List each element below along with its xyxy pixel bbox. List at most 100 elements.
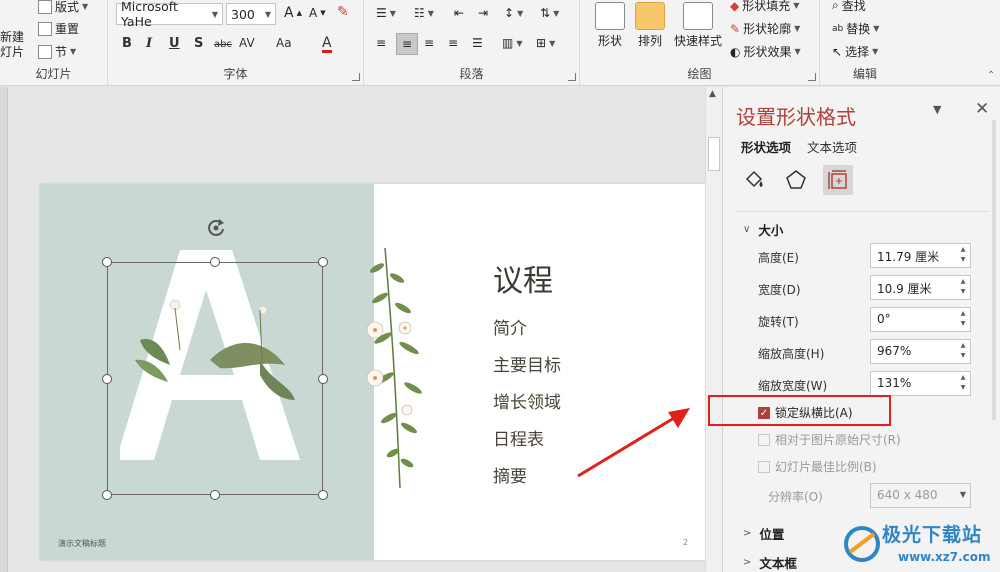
bullets-icon[interactable]: ☰ ▼ (376, 6, 396, 20)
resize-handle[interactable] (210, 490, 220, 500)
underline-button[interactable]: U (169, 36, 180, 51)
reset-button[interactable]: 重置 (38, 20, 79, 37)
spinner-icon[interactable]: ▲ ▼ (958, 341, 968, 361)
font-size-combo[interactable]: 300 ▼ (226, 3, 276, 25)
increase-indent-icon[interactable]: ⇥ (478, 6, 488, 20)
agenda-item[interactable]: 简介 (493, 314, 527, 339)
spinner-icon[interactable]: ▲ ▼ (958, 309, 968, 329)
chevron-down-icon: ∨ (743, 224, 751, 235)
shape-effects-button[interactable]: ◐ 形状效果 ▼ (730, 43, 801, 60)
increase-font-icon[interactable]: A ▲ (284, 5, 302, 21)
pane-options-icon[interactable]: ▼ (933, 103, 941, 116)
resize-handle[interactable] (102, 490, 112, 500)
shape-fill-button[interactable]: ◆ 形状填充 ▼ (730, 0, 799, 14)
vertical-scrollbar[interactable]: ▲ (705, 87, 722, 572)
resize-handle[interactable] (210, 257, 220, 267)
size-properties-icon[interactable] (823, 165, 853, 195)
scrollbar-thumb[interactable] (708, 137, 720, 171)
find-label: 查找 (841, 0, 866, 13)
char-spacing-button[interactable]: AV (239, 36, 255, 50)
numbering-icon[interactable]: ☷ ▼ (414, 6, 434, 20)
section-button[interactable]: 节 ▼ (38, 43, 76, 60)
slide-footer[interactable]: 演示文稿标题 (58, 538, 106, 549)
bold-button[interactable]: B (122, 36, 132, 51)
agenda-item[interactable]: 主要目标 (493, 351, 561, 376)
best-scale-checkbox[interactable]: 幻灯片最佳比例(B) (758, 458, 877, 475)
new-slide-button[interactable]: 新建 灯片 (0, 30, 24, 60)
font-name-combo[interactable]: Microsoft YaHe ▼ (116, 0, 223, 29)
shapes-button[interactable]: 形状 (590, 0, 630, 49)
shadow-button[interactable]: S (194, 36, 203, 51)
columns-icon[interactable]: ▥ ▼ (502, 36, 523, 50)
resolution-select[interactable]: 640 x 480 ▼ (870, 483, 971, 508)
strikethrough-button[interactable]: abc (214, 39, 232, 50)
drawing-group: 形状 排列 快速样式 ◆ 形状填充 ▼ ✎ 形状轮廓 ▼ ◐ 形状效果 ▼ 绘图 (580, 0, 820, 86)
text-direction-icon[interactable]: ⇅ ▼ (540, 6, 559, 20)
height-value: 11.79 厘米 (877, 250, 940, 264)
collapse-ribbon-icon[interactable]: ⌃ (987, 70, 995, 81)
textbox-section-header[interactable]: > 文本框 (743, 553, 797, 572)
shape-effects-label: 形状效果 (743, 45, 792, 59)
fern-illustration (366, 248, 422, 488)
rotate-handle-icon[interactable] (205, 217, 227, 239)
tab-shape-options[interactable]: 形状选项 (741, 137, 791, 156)
size-section-header[interactable]: ∨ 大小 (743, 220, 783, 239)
smartart-icon[interactable]: ⊞ ▼ (536, 36, 555, 50)
change-case-button[interactable]: Aa (276, 36, 292, 50)
decrease-indent-icon[interactable]: ⇤ (454, 6, 464, 20)
selection-box[interactable] (107, 262, 323, 495)
select-button[interactable]: ↖ 选择 ▼ (832, 43, 878, 60)
align-left-icon[interactable]: ≡ (376, 36, 386, 50)
scroll-up-icon[interactable]: ▲ (709, 89, 716, 99)
chevron-down-icon: ▼ (959, 490, 967, 499)
replace-label: 替换 (846, 22, 871, 36)
resize-handle[interactable] (318, 257, 328, 267)
spinner-icon[interactable]: ▲ ▼ (958, 373, 968, 393)
font-color-button[interactable]: A (322, 36, 332, 53)
size-section-label: 大小 (758, 223, 784, 238)
agenda-item[interactable]: 摘要 (493, 462, 527, 487)
line-spacing-icon[interactable]: ↕ ▼ (504, 6, 523, 20)
agenda-item[interactable]: 日程表 (493, 425, 544, 450)
replace-button[interactable]: ab 替换 ▼ (832, 20, 879, 37)
watermark-name: 极光下载站 (882, 524, 983, 546)
effects-icon[interactable] (781, 165, 811, 195)
paragraph-group-label: 段落 (459, 67, 484, 81)
thumbnail-pane-edge[interactable] (0, 87, 8, 572)
shape-outline-button[interactable]: ✎ 形状轮廓 ▼ (730, 20, 800, 37)
layout-button[interactable]: 版式 ▼ (38, 0, 88, 15)
agenda-item[interactable]: 增长领域 (493, 388, 561, 413)
resize-handle[interactable] (318, 490, 328, 500)
tab-text-options[interactable]: 文本选项 (807, 137, 857, 156)
distribute-icon[interactable]: ☰ (472, 36, 483, 50)
editing-group-label: 编辑 (852, 67, 877, 81)
italic-button[interactable]: I (146, 36, 152, 51)
rotation-field[interactable]: 0° ▲ ▼ (870, 307, 971, 332)
align-right-icon[interactable]: ≡ (424, 36, 434, 50)
resize-handle[interactable] (318, 374, 328, 384)
cursor-icon: ↖ (832, 44, 843, 59)
relative-original-checkbox[interactable]: 相对于图片原始尺寸(R) (758, 431, 901, 448)
height-field[interactable]: 11.79 厘米 ▲ ▼ (870, 243, 971, 268)
align-center-icon[interactable]: ≡ (396, 33, 418, 55)
pane-scrollbar[interactable] (992, 120, 996, 420)
clear-format-icon[interactable]: ✎ (337, 4, 349, 20)
quick-styles-button[interactable]: 快速样式 (670, 0, 726, 49)
fill-line-icon[interactable] (739, 165, 769, 195)
find-button[interactable]: ⌕ 查找 (832, 0, 866, 14)
scale-height-field[interactable]: 967% ▲ ▼ (870, 339, 971, 364)
close-icon[interactable]: ✕ (975, 99, 989, 119)
position-section-header[interactable]: > 位置 (743, 524, 784, 543)
scale-width-value: 131% (877, 376, 912, 390)
spinner-icon[interactable]: ▲ ▼ (958, 245, 968, 265)
arrange-button[interactable]: 排列 (630, 0, 670, 49)
scale-width-field[interactable]: 131% ▲ ▼ (870, 371, 971, 396)
justify-icon[interactable]: ≡ (448, 36, 458, 50)
decrease-font-icon[interactable]: A ▼ (309, 6, 326, 20)
width-field[interactable]: 10.9 厘米 ▲ ▼ (870, 275, 971, 300)
slide-title[interactable]: 议程 (493, 256, 553, 300)
shape-outline-label: 形状轮廓 (743, 22, 792, 36)
resize-handle[interactable] (102, 257, 112, 267)
spinner-icon[interactable]: ▲ ▼ (958, 277, 968, 297)
resize-handle[interactable] (102, 374, 112, 384)
